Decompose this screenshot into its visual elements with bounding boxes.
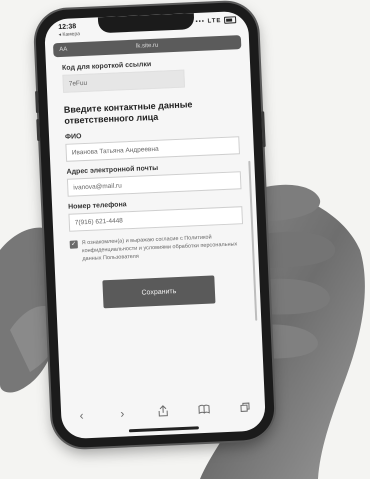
bookmarks-icon[interactable] bbox=[194, 403, 215, 418]
tabs-icon[interactable] bbox=[234, 401, 255, 416]
consent-text: Я ознакомлен(а) и выражаю согласие с Пол… bbox=[81, 234, 238, 263]
full-name-input[interactable]: Иванова Татьяна Андреевна bbox=[65, 136, 240, 162]
home-indicator[interactable] bbox=[128, 426, 199, 433]
scrollbar[interactable] bbox=[248, 160, 258, 321]
url-host: lk.site.ru bbox=[135, 42, 159, 50]
smartphone: 12:38 ◂ Камера ▪▪▪ LTE AA lk.site.ru Код… bbox=[34, 1, 276, 449]
form-content: Код для короткой ссылки 7eFuu Введите ко… bbox=[62, 57, 247, 309]
photo-scene: 12:38 ◂ Камера ▪▪▪ LTE AA lk.site.ru Код… bbox=[0, 0, 370, 479]
address-bar[interactable]: AA lk.site.ru bbox=[52, 35, 242, 58]
short-code-label: Код для короткой ссылки bbox=[61, 61, 152, 72]
phone-input[interactable]: 7(916) 621-4448 bbox=[68, 206, 244, 232]
save-button[interactable]: Сохранить bbox=[102, 275, 216, 309]
consent-row: ✓ Я ознакомлен(а) и выражаю согласие с П… bbox=[69, 232, 245, 264]
short-code-field: 7eFuu bbox=[62, 69, 185, 93]
section-title: Введите контактные данные ответственного… bbox=[63, 99, 193, 126]
status-time: 12:38 bbox=[58, 23, 77, 32]
forward-icon[interactable]: › bbox=[112, 406, 133, 421]
browser-toolbar: ‹ › bbox=[61, 396, 266, 427]
volume-button bbox=[36, 118, 41, 142]
battery-icon bbox=[223, 16, 237, 24]
back-icon[interactable]: ‹ bbox=[71, 408, 92, 423]
back-to-app-link[interactable]: ◂ Камера bbox=[58, 31, 80, 38]
consent-checkbox[interactable]: ✓ bbox=[69, 240, 78, 249]
volume-button bbox=[35, 90, 40, 114]
text-size-button[interactable]: AA bbox=[59, 43, 68, 57]
phone-screen: 12:38 ◂ Камера ▪▪▪ LTE AA lk.site.ru Код… bbox=[43, 10, 267, 440]
email-input[interactable]: ivanova@mail.ru bbox=[66, 171, 242, 197]
signal-strength: ▪▪▪ LTE bbox=[195, 17, 222, 26]
signal-icon: ▪▪▪ LTE bbox=[195, 16, 237, 26]
share-icon[interactable] bbox=[153, 404, 174, 420]
